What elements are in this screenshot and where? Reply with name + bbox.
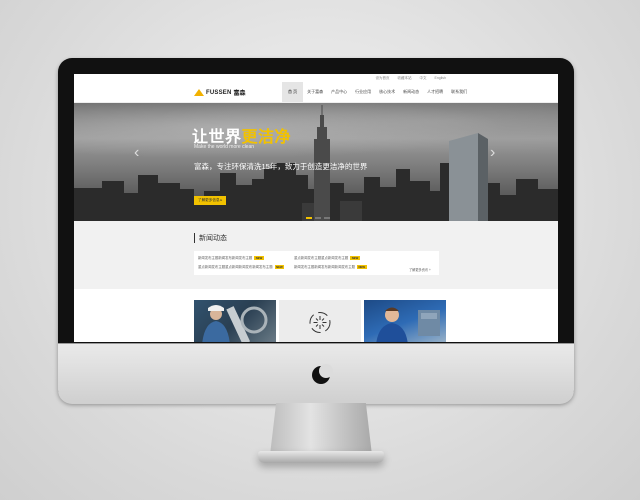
set-homepage-link[interactable]: 设为首页 <box>376 74 390 82</box>
sparkle-cycle-icon <box>309 312 331 333</box>
website-screen: 设为首页 收藏本站 中文 English FUSSEN 富森 首 页 关于富森 … <box>74 74 558 342</box>
nav-item-careers[interactable]: 人才招聘 <box>423 82 447 102</box>
moon-logo-icon <box>312 364 333 384</box>
nav-item-products[interactable]: 产品中心 <box>327 82 351 102</box>
news-section: 新闻动态 新闻发布主题新闻发布新闻发布主题 NEW 重点新闻发布主题重点新闻发布… <box>74 221 558 289</box>
news-item[interactable]: 新闻发布主题新闻发布新闻发布主题 NEW <box>198 255 264 260</box>
nav-item-contact[interactable]: 联系我们 <box>447 82 471 102</box>
hero-subtitle-en: Make the world more clean <box>194 144 255 150</box>
nav-item-home[interactable]: 首 页 <box>282 82 304 102</box>
news-item-text: 重点新闻发布主题重点新闻新闻发布新闻发布主题 <box>198 265 273 269</box>
new-badge: NEW <box>350 255 360 260</box>
engineer-photo-image <box>376 307 440 342</box>
logo-brand-en: FUSSEN <box>206 89 232 96</box>
hero-banner: 让世界更洁净 Make the world more clean 富森，专注环保… <box>74 103 558 221</box>
top-utility-bar: 设为首页 收藏本站 中文 English <box>74 74 558 82</box>
site-logo[interactable]: FUSSEN 富森 <box>194 88 246 97</box>
more-news-link[interactable]: 了解更多资讯 + <box>409 267 431 272</box>
feature-tiles <box>194 300 446 342</box>
monitor-base <box>258 451 384 463</box>
bookmark-link[interactable]: 收藏本站 <box>398 74 412 82</box>
news-item-text: 新闻发布主题新闻发布新闻新闻发布主题 <box>294 265 356 269</box>
news-item-text: 重点新闻发布主题重点新闻发布主题 <box>294 256 349 260</box>
new-badge: NEW <box>274 264 285 269</box>
worker-photo-image <box>202 305 268 342</box>
slider-dots <box>306 217 330 219</box>
tile-icon[interactable] <box>279 300 361 342</box>
slider-dot[interactable] <box>324 217 330 219</box>
news-list: 新闻发布主题新闻发布新闻发布主题 NEW 重点新闻发布主题重点新闻发布主题 NE… <box>194 251 439 275</box>
news-section-title: 新闻动态 <box>194 233 227 243</box>
nav-menu: 首 页 关于富森 产品中心 行业应用 核心技术 新闻动态 人才招聘 联系我们 <box>282 82 471 102</box>
hero-slogan: 富森，专注环保清洗15年，致力于创造更洁净的世界 <box>194 162 368 171</box>
slider-dot[interactable] <box>315 217 321 219</box>
slider-dot[interactable] <box>306 217 312 219</box>
news-item[interactable]: 重点新闻发布主题重点新闻新闻发布新闻发布主题 NEW <box>198 264 285 269</box>
news-item-text: 新闻发布主题新闻发布新闻发布主题 <box>198 256 253 260</box>
nav-item-news[interactable]: 新闻动态 <box>399 82 423 102</box>
english-link[interactable]: English <box>435 74 446 82</box>
new-badge: NEW <box>357 264 367 269</box>
nav-item-industry[interactable]: 行业应用 <box>351 82 375 102</box>
news-item[interactable]: 新闻发布主题新闻发布新闻新闻发布主题 NEW <box>294 264 367 269</box>
main-navigation: FUSSEN 富森 首 页 关于富森 产品中心 行业应用 核心技术 新闻动态 人… <box>74 82 558 103</box>
slider-prev-arrow-icon[interactable]: ‹ <box>134 145 139 161</box>
new-badge: NEW <box>254 255 264 260</box>
news-item[interactable]: 重点新闻发布主题重点新闻发布主题 NEW <box>294 255 360 260</box>
learn-more-button[interactable]: 了解更多信息 ▸ <box>194 196 227 205</box>
nav-item-about[interactable]: 关于富森 <box>303 82 327 102</box>
slider-next-arrow-icon[interactable]: › <box>490 145 495 161</box>
triangle-logo-icon <box>194 89 204 96</box>
logo-brand-cn: 富森 <box>233 90 246 97</box>
nav-item-technology[interactable]: 核心技术 <box>375 82 399 102</box>
tile-engineer-image[interactable] <box>364 300 446 342</box>
tile-worker-image[interactable] <box>194 300 276 342</box>
monitor-stand <box>270 403 372 455</box>
chinese-link[interactable]: 中文 <box>420 74 427 82</box>
